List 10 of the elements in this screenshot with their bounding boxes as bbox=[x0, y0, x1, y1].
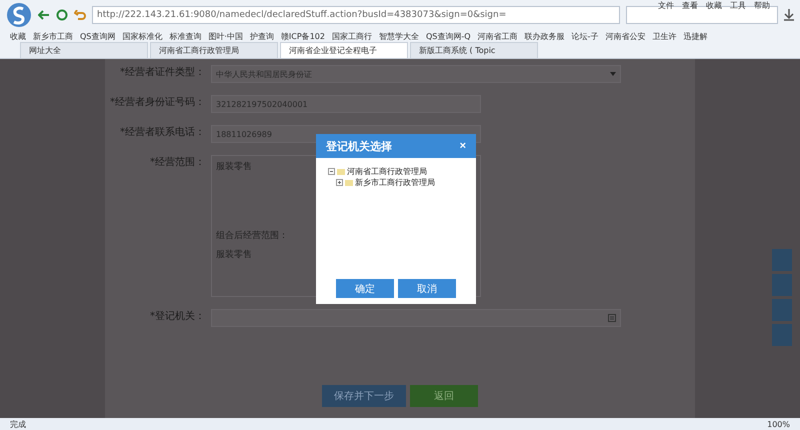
field-label: *经营者身份证号码： bbox=[109, 96, 205, 109]
field-label: *经营范围： bbox=[149, 156, 205, 169]
dialog-title: 登记机关选择 bbox=[326, 138, 392, 154]
field-label: *经营者联系电话： bbox=[119, 126, 205, 139]
scope-value: 服装零售 bbox=[216, 160, 252, 173]
field-label: *登记机关： bbox=[149, 310, 205, 323]
combined-label: 组合后经营范围： bbox=[216, 230, 288, 242]
field-label: *经营者证件类型： bbox=[119, 66, 205, 79]
combined-value: 服装零售 bbox=[216, 248, 252, 261]
status-text: 完成 bbox=[10, 418, 26, 430]
